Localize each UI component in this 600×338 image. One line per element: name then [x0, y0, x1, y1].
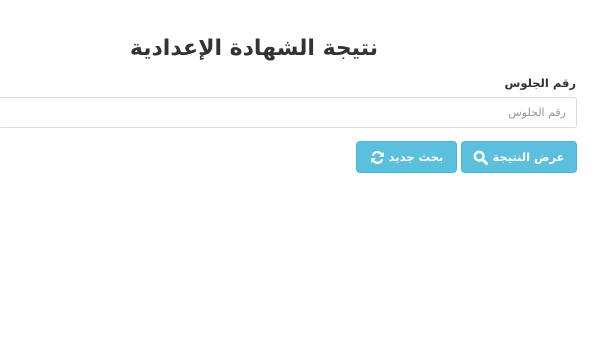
show-result-button[interactable]: عرض النتيجة — [461, 141, 577, 173]
show-result-label: عرض النتيجة — [492, 150, 565, 164]
new-search-button[interactable]: بحث جديد — [356, 141, 457, 173]
seat-number-label: رقم الجلوس — [504, 76, 577, 90]
new-search-label: بحث جديد — [388, 150, 444, 164]
page-title: نتيجة الشهادة الإعدادية — [129, 36, 378, 61]
refresh-icon — [370, 150, 384, 164]
search-icon — [474, 150, 489, 165]
result-page: نتيجة الشهادة الإعدادية رقم الجلوس عرض ا… — [0, 0, 600, 338]
seat-number-input[interactable] — [0, 97, 577, 128]
